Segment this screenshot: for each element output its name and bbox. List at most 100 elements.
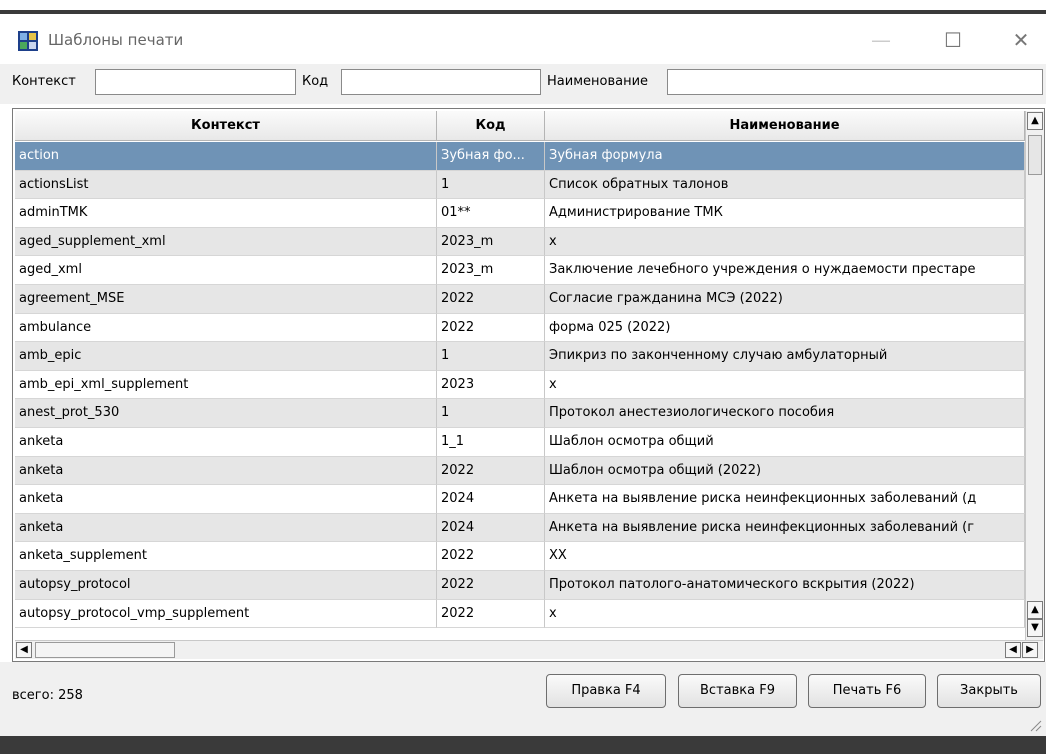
table-row[interactable]: agreement_MSE 2022 Согласие гражданина МСЭ… xyxy=(15,284,1025,314)
cell-code[interactable]: 1 xyxy=(437,170,545,200)
table-row[interactable]: amb_epic 1 Эпикриз по законченному случаю … xyxy=(15,342,1025,371)
bottom-bar: всего: 258 Правка F4 Вставка F9 Печать F… xyxy=(0,662,1046,736)
cell-context[interactable]: anketa xyxy=(15,456,437,486)
table-row[interactable]: anketa 1_1 Шаблон осмотра общий xyxy=(15,427,1025,457)
maximize-button[interactable]: ☐ xyxy=(930,24,976,56)
cell-name[interactable]: Заключение лечебного учреждения о нуждае… xyxy=(545,256,1025,285)
code-filter-input[interactable] xyxy=(341,69,541,95)
scroll-up-arrow-icon[interactable]: ▲ xyxy=(1027,601,1043,619)
vertical-scroll-thumb[interactable] xyxy=(1028,135,1042,175)
table-row[interactable]: aged_xml 2023_m Заключение лечебного учреж… xyxy=(15,256,1025,285)
cell-name[interactable]: Анкета на выявление риска неинфекционных… xyxy=(545,485,1025,514)
app-icon xyxy=(18,31,38,51)
horizontal-scrollbar[interactable]: ◀ ◀ ▶ xyxy=(15,640,1043,659)
cell-context[interactable]: adminTMK xyxy=(15,199,437,228)
horizontal-scroll-thumb[interactable] xyxy=(35,642,175,658)
cell-context[interactable]: aged_supplement_xml xyxy=(15,227,437,257)
cell-code[interactable]: 01** xyxy=(437,199,545,228)
column-header-context[interactable]: Контекст xyxy=(15,111,437,141)
minimize-button[interactable]: — xyxy=(858,24,904,56)
cell-code[interactable]: Зубная фо... xyxy=(437,142,545,171)
cell-code[interactable]: 2022 xyxy=(437,570,545,600)
name-filter-input[interactable] xyxy=(667,69,1043,95)
cell-name[interactable]: XX xyxy=(545,542,1025,571)
cell-code[interactable]: 1 xyxy=(437,399,545,428)
cell-context[interactable]: autopsy_protocol xyxy=(15,570,437,600)
cell-name[interactable]: x xyxy=(545,370,1025,400)
cell-name[interactable]: Список обратных талонов xyxy=(545,170,1025,200)
column-header-code[interactable]: Код xyxy=(437,111,545,141)
cell-name[interactable]: Согласие гражданина МСЭ (2022) xyxy=(545,284,1025,314)
cell-code[interactable]: 2022 xyxy=(437,284,545,314)
table-row[interactable]: anketa 2024 Анкета на выявление риска неин… xyxy=(15,485,1025,514)
close-window-button[interactable]: ✕ xyxy=(998,24,1044,56)
cell-code[interactable]: 2022 xyxy=(437,542,545,571)
column-header-name[interactable]: Наименование xyxy=(545,111,1025,141)
scroll-right-arrow-icon[interactable]: ▶ xyxy=(1022,642,1038,658)
table-body: action Зубная фо... Зубная формула actionsL… xyxy=(15,142,1025,629)
cell-code[interactable]: 2022 xyxy=(437,456,545,486)
table-row[interactable]: ambulance 2022 форма 025 (2022) xyxy=(15,313,1025,343)
insert-button[interactable]: Вставка F9 xyxy=(678,674,797,708)
cell-context[interactable]: anketa_supplement xyxy=(15,542,437,571)
resize-grip-icon[interactable] xyxy=(1028,718,1042,732)
cell-context[interactable]: amb_epic xyxy=(15,342,437,371)
vertical-scrollbar[interactable]: ▲ ▲ ▼ xyxy=(1025,111,1044,641)
table-row[interactable]: anketa 2022 Шаблон осмотра общий (2022) xyxy=(15,456,1025,486)
table-row[interactable]: adminTMK 01** Администрирование ТМК xyxy=(15,199,1025,228)
print-button[interactable]: Печать F6 xyxy=(808,674,926,708)
cell-code[interactable]: 2023_m xyxy=(437,256,545,285)
name-filter-label: Наименование xyxy=(547,74,649,89)
cell-code[interactable]: 1 xyxy=(437,342,545,371)
cell-context[interactable]: actionsList xyxy=(15,170,437,200)
cell-name[interactable]: Эпикриз по законченному случаю амбулатор… xyxy=(545,342,1025,371)
scroll-up-arrow-icon[interactable]: ▲ xyxy=(1027,112,1043,130)
scroll-left-arrow-icon[interactable]: ◀ xyxy=(16,642,32,658)
cell-code[interactable]: 1_1 xyxy=(437,427,545,457)
table-row[interactable]: actionsList 1 Список обратных талонов xyxy=(15,170,1025,200)
cell-code[interactable]: 2023_m xyxy=(437,227,545,257)
cell-context[interactable]: autopsy_protocol_vmp_supplement xyxy=(15,599,437,629)
total-count: всего: 258 xyxy=(12,688,83,703)
cell-context[interactable]: anketa xyxy=(15,485,437,514)
table-row[interactable]: action Зубная фо... Зубная формула xyxy=(15,142,1025,171)
cell-code[interactable]: 2023 xyxy=(437,370,545,400)
cell-context[interactable]: anketa xyxy=(15,427,437,457)
cell-code[interactable]: 2022 xyxy=(437,313,545,343)
title-bar: Шаблоны печати — ☐ ✕ xyxy=(0,18,1046,64)
edit-button[interactable]: Правка F4 xyxy=(546,674,666,708)
cell-name[interactable]: Зубная формула xyxy=(545,142,1025,171)
cell-name[interactable]: Протокол анестезиологического пособия xyxy=(545,399,1025,428)
cell-name[interactable]: форма 025 (2022) xyxy=(545,313,1025,343)
cell-context[interactable]: amb_epi_xml_supplement xyxy=(15,370,437,400)
table-row[interactable]: aged_supplement_xml 2023_m x xyxy=(15,227,1025,257)
table-row[interactable]: amb_epi_xml_supplement 2023 x xyxy=(15,370,1025,400)
cell-code[interactable]: 2024 xyxy=(437,485,545,514)
context-filter-input[interactable] xyxy=(95,69,296,95)
window-title: Шаблоны печати xyxy=(48,31,184,49)
table-row[interactable]: autopsy_protocol_vmp_supplement 2022 x xyxy=(15,599,1025,629)
scroll-down-arrow-icon[interactable]: ▼ xyxy=(1027,619,1043,637)
cell-context[interactable]: anest_prot_530 xyxy=(15,399,437,428)
table-row[interactable]: anketa 2024 Анкета на выявление риска неин… xyxy=(15,513,1025,543)
cell-context[interactable]: aged_xml xyxy=(15,256,437,285)
cell-name[interactable]: Анкета на выявление риска неинфекционных… xyxy=(545,513,1025,543)
cell-name[interactable]: Шаблон осмотра общий (2022) xyxy=(545,456,1025,486)
window-bottom-edge xyxy=(0,736,1046,754)
cell-context[interactable]: anketa xyxy=(15,513,437,543)
cell-code[interactable]: 2024 xyxy=(437,513,545,543)
cell-context[interactable]: action xyxy=(15,142,437,171)
cell-context[interactable]: agreement_MSE xyxy=(15,284,437,314)
cell-code[interactable]: 2022 xyxy=(437,599,545,629)
cell-name[interactable]: x xyxy=(545,227,1025,257)
scroll-left-arrow-icon[interactable]: ◀ xyxy=(1005,642,1021,658)
table-row[interactable]: autopsy_protocol 2022 Протокол патолого-ан… xyxy=(15,570,1025,600)
cell-context[interactable]: ambulance xyxy=(15,313,437,343)
table-row[interactable]: anest_prot_530 1 Протокол анестезиологичес… xyxy=(15,399,1025,428)
cell-name[interactable]: Администрирование ТМК xyxy=(545,199,1025,228)
close-button[interactable]: Закрыть xyxy=(937,674,1041,708)
cell-name[interactable]: Протокол патолого-анатомического вскрыти… xyxy=(545,570,1025,600)
table-row[interactable]: anketa_supplement 2022 XX xyxy=(15,542,1025,571)
cell-name[interactable]: x xyxy=(545,599,1025,629)
cell-name[interactable]: Шаблон осмотра общий xyxy=(545,427,1025,457)
